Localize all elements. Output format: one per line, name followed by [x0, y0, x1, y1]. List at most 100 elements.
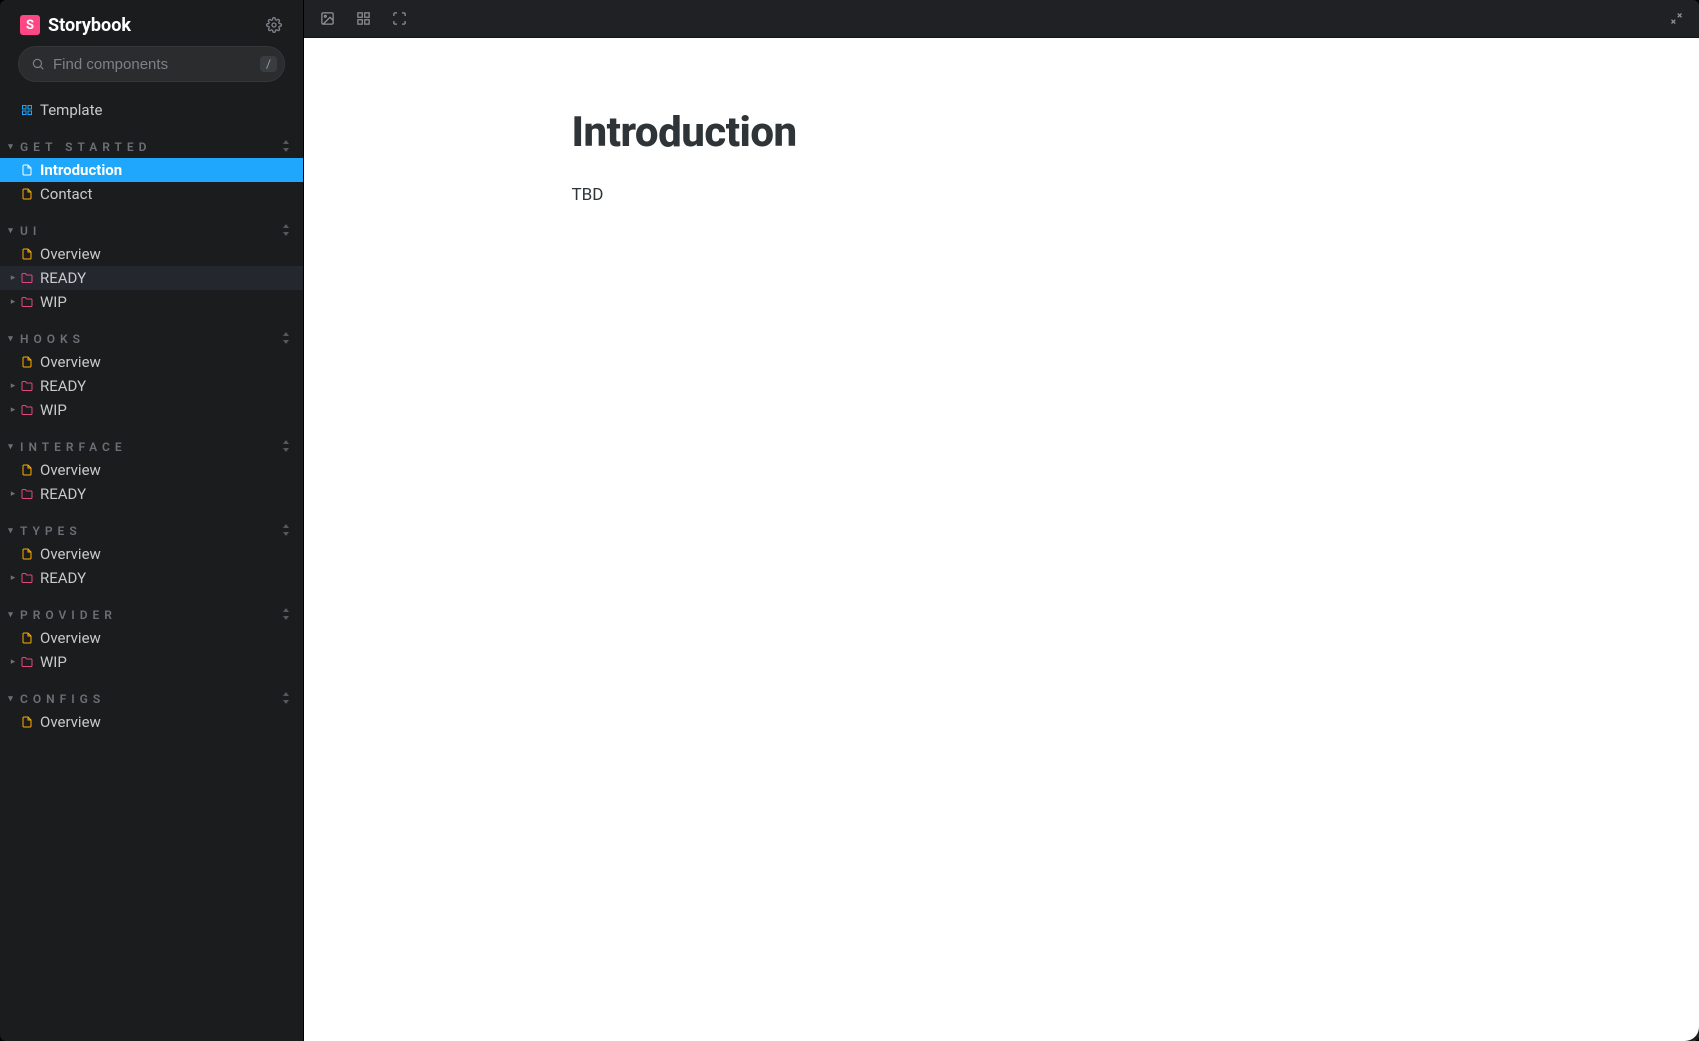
toolbar-left [318, 10, 408, 28]
caret-icon: ▸ [8, 573, 18, 583]
tree-item-label: READY [40, 377, 86, 395]
tree-item-label: WIP [40, 293, 67, 311]
group-label: TYPES [20, 524, 82, 538]
group-header[interactable]: ▾TYPES [0, 520, 303, 542]
tree-item[interactable]: Overview [0, 542, 303, 566]
tree-item[interactable]: Contact [0, 182, 303, 206]
sort-icon[interactable] [281, 332, 291, 347]
caret-icon: ▸ [8, 657, 18, 667]
tree-item[interactable]: Template [0, 98, 303, 122]
caret-icon: ▸ [8, 297, 18, 307]
tree-item-label: READY [40, 485, 86, 503]
tree-item-label: Overview [40, 245, 101, 263]
tree-item[interactable]: ▸ WIP [0, 290, 303, 314]
fullscreen-button[interactable] [1667, 10, 1685, 28]
sort-icon[interactable] [281, 224, 291, 239]
folder-icon [20, 571, 34, 585]
tree-item[interactable]: Overview [0, 350, 303, 374]
settings-button[interactable] [263, 14, 285, 36]
folder-icon [20, 271, 34, 285]
group-label: PROVIDER [20, 608, 117, 622]
caret-down-icon: ▾ [8, 142, 18, 152]
group-header[interactable]: ▾PROVIDER [0, 604, 303, 626]
search-icon [31, 57, 45, 71]
group-header[interactable]: ▾INTERFACE [0, 436, 303, 458]
tree-item-label: Overview [40, 629, 101, 647]
group-header[interactable]: ▾HOOKS [0, 328, 303, 350]
caret-down-icon: ▾ [8, 334, 18, 344]
tree-item[interactable]: ▸READY [0, 482, 303, 506]
brand-badge: S [20, 15, 40, 35]
grid-icon [356, 11, 371, 26]
toolbar-right [1667, 10, 1685, 28]
group-header[interactable]: ▾CONFIGS [0, 688, 303, 710]
image-tool-button[interactable] [318, 10, 336, 28]
tree-item[interactable]: ▸ WIP [0, 650, 303, 674]
tree-item[interactable]: ▸ READY [0, 374, 303, 398]
caret-icon: ▸ [8, 381, 18, 391]
group-label: INTERFACE [20, 440, 127, 454]
caret-down-icon: ▾ [8, 442, 18, 452]
tree-item[interactable]: Overview [0, 626, 303, 650]
doc-icon [20, 715, 34, 729]
caret-icon: ▸ [8, 405, 18, 415]
canvas-toolbar [304, 0, 1699, 38]
component-icon [20, 103, 34, 117]
sort-icon[interactable] [281, 140, 291, 155]
sort-icon[interactable] [281, 608, 291, 623]
sidebar: S Storybook / Template ▾GET STARTEDIntrod… [0, 0, 304, 1041]
tree-item[interactable]: ▸ READY [0, 566, 303, 590]
tree-item-label: Overview [40, 545, 101, 563]
folder-icon [20, 295, 34, 309]
folder-icon [20, 379, 34, 393]
focus-tool-button[interactable] [390, 10, 408, 28]
grid-tool-button[interactable] [354, 10, 372, 28]
caret-down-icon: ▾ [8, 226, 18, 236]
group-label: UI [20, 224, 41, 238]
doc-title: Introduction [572, 108, 1432, 157]
expand-icon [1669, 11, 1684, 26]
main-panel: Introduction TBD [304, 0, 1699, 1041]
caret-down-icon: ▾ [8, 694, 18, 704]
doc-icon [20, 187, 34, 201]
caret-down-icon: ▾ [8, 610, 18, 620]
doc-icon [20, 247, 34, 261]
tree-item-label: Overview [40, 461, 101, 479]
group-label: HOOKS [20, 332, 85, 346]
folder-icon [20, 655, 34, 669]
tree-item-label: READY [40, 569, 86, 587]
search-shortcut: / [260, 56, 277, 72]
tree-item-label: Template [40, 101, 102, 119]
sidebar-header: S Storybook [0, 0, 303, 46]
brand[interactable]: S Storybook [20, 15, 131, 36]
tree-item-label: READY [40, 269, 86, 287]
sort-icon[interactable] [281, 524, 291, 539]
sort-icon[interactable] [281, 440, 291, 455]
caret-down-icon: ▾ [8, 526, 18, 536]
tree-item[interactable]: Overview [0, 458, 303, 482]
group-header[interactable]: ▾GET STARTED [0, 136, 303, 158]
tree-item[interactable]: Overview [0, 710, 303, 734]
tree-item-label: Contact [40, 185, 92, 203]
tree-item[interactable]: ▸ WIP [0, 398, 303, 422]
tree-item[interactable]: Introduction [0, 158, 303, 182]
tree-item[interactable]: Overview [0, 242, 303, 266]
tree-item-label: Overview [40, 713, 101, 731]
doc-icon [20, 631, 34, 645]
app-root: S Storybook / Template▾GET STARTEDIntrod… [0, 0, 1699, 1041]
focus-icon [392, 11, 407, 26]
tree-item-label: WIP [40, 401, 67, 419]
gear-icon [266, 17, 282, 33]
search-field[interactable]: / [18, 46, 285, 82]
doc-content: Introduction TBD [502, 38, 1502, 275]
sort-icon[interactable] [281, 692, 291, 707]
sidebar-tree: Template ▾GET STARTEDIntroduction Contact ▾… [0, 92, 303, 1041]
folder-icon [20, 403, 34, 417]
tree-item-label: WIP [40, 653, 67, 671]
group-header[interactable]: ▾UI [0, 220, 303, 242]
doc-icon [20, 163, 34, 177]
resize-corner-icon [1685, 1027, 1699, 1041]
doc-body: TBD [572, 185, 1432, 205]
search-input[interactable] [45, 56, 260, 73]
tree-item[interactable]: ▸READY [0, 266, 303, 290]
